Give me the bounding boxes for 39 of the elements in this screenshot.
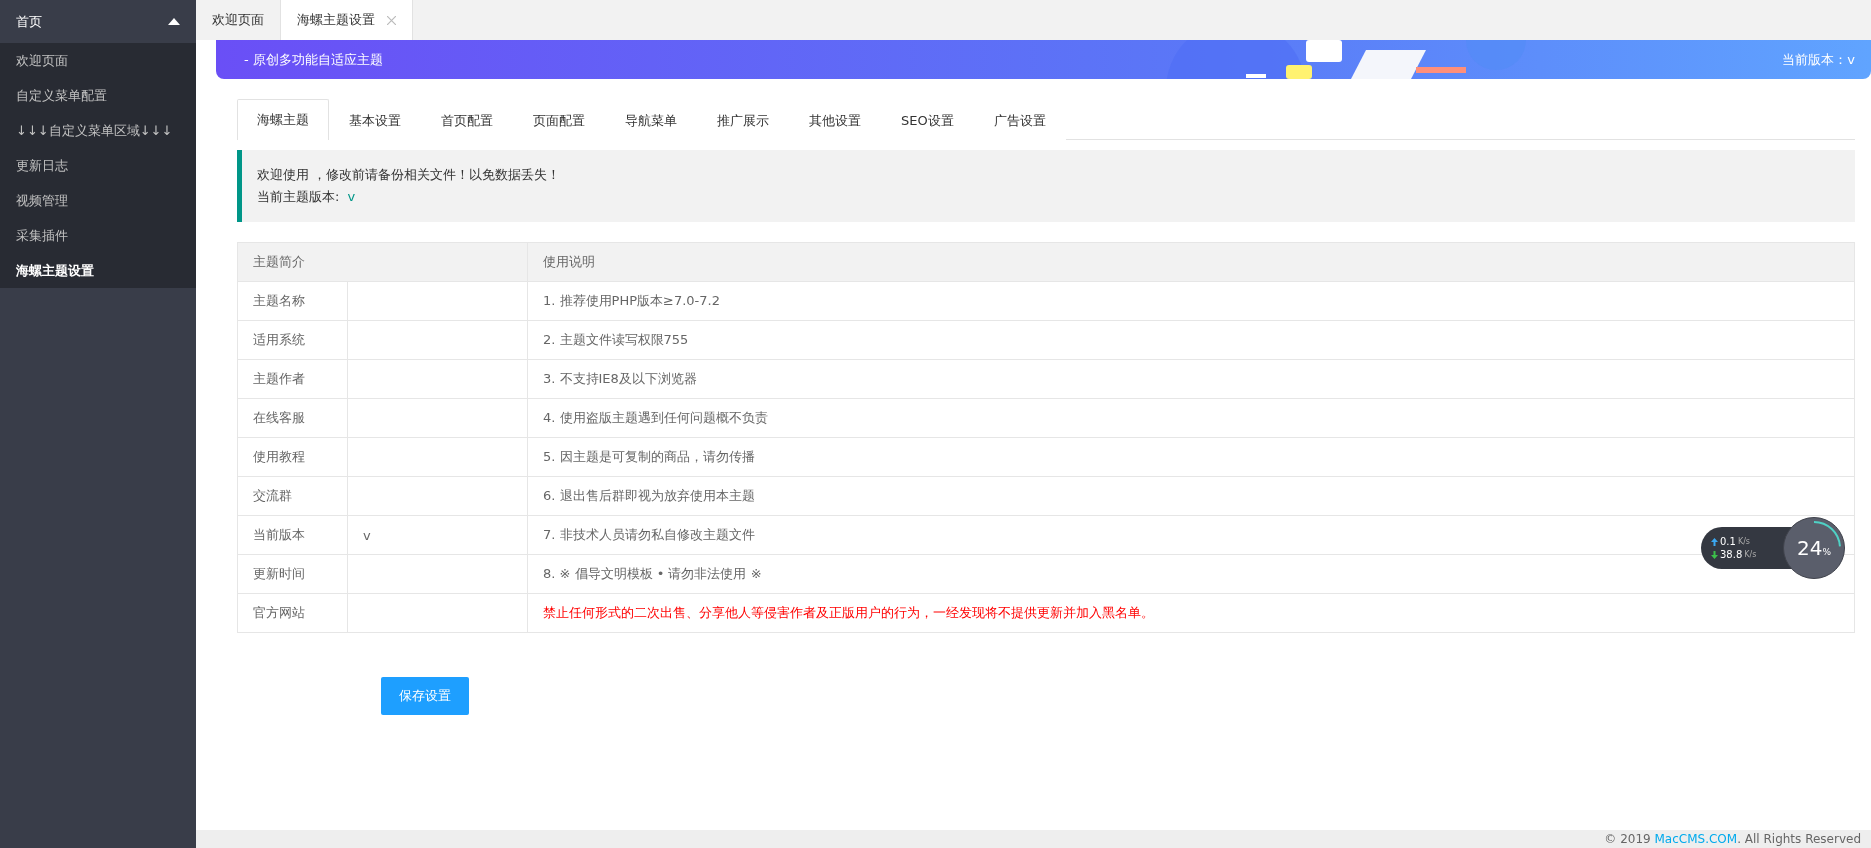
table-cell: 在线客服	[237, 398, 348, 438]
table-cell: 5. 因主题是可复制的商品，请勿传播	[527, 437, 1855, 477]
sidebar-item[interactable]: 采集插件	[0, 218, 196, 253]
notice-value: v	[347, 188, 356, 206]
table-header: 主题简介	[237, 242, 528, 282]
table-cell: 1. 推荐使用PHP版本≥7.0-7.2	[527, 281, 1855, 321]
table-cell: 更新时间	[237, 554, 348, 594]
warning-text: 禁止任何形式的二次出售、分享他人等侵害作者及正版用户的行为，一经发现将不提供更新并加入黑名单。	[527, 593, 1855, 633]
table-cell: v	[347, 515, 528, 555]
sidebar-item[interactable]: ↓↓↓自定义菜单区域↓↓↓	[0, 113, 196, 148]
table-cell: 交流群	[237, 476, 348, 516]
caret-icon	[168, 18, 180, 25]
banner-subtitle: - 原创多功能自适应主题	[244, 50, 383, 69]
down-arrow-icon	[1711, 550, 1718, 559]
copyright-text: © 2019 MacCMS.COM. All Rights Reserved	[1604, 832, 1861, 846]
usage-percent: 24%	[1797, 536, 1831, 560]
table-cell: 3. 不支持IE8及以下浏览器	[527, 359, 1855, 399]
close-icon[interactable]	[387, 15, 396, 25]
sidebar-item[interactable]: 视频管理	[0, 183, 196, 218]
table-cell: 使用教程	[237, 437, 348, 477]
sidebar-item[interactable]: 海螺主题设置	[0, 253, 196, 288]
sidebar-item[interactable]: 欢迎页面	[0, 43, 196, 78]
page-tab[interactable]: 海螺主题设置	[281, 0, 413, 40]
table-cell: 当前版本	[237, 515, 348, 555]
table-cell: 2. 主题文件读写权限755	[527, 320, 1855, 360]
table-cell: 官方网站	[237, 593, 348, 633]
sidebar-item[interactable]: 自定义菜单配置	[0, 78, 196, 113]
settings-tab[interactable]: 海螺主题	[237, 99, 329, 140]
notice-text: 欢迎使用 ，修改前请备份相关文件！以免数据丢失！	[257, 166, 561, 184]
notice-label: 当前主题版本:	[257, 188, 340, 206]
table-header: 使用说明	[527, 242, 1855, 282]
version-label: 当前版本：v	[1782, 50, 1855, 69]
table-cell: 主题名称	[237, 281, 348, 321]
table-cell: 6. 退出售后群即视为放弃使用本主题	[527, 476, 1855, 516]
table-cell: 适用系统	[237, 320, 348, 360]
table-cell: 4. 使用盗版主题遇到任何问题概不负责	[527, 398, 1855, 438]
sidebar-item[interactable]: 更新日志	[0, 148, 196, 183]
table-cell: 主题作者	[237, 359, 348, 399]
up-arrow-icon	[1711, 537, 1718, 546]
